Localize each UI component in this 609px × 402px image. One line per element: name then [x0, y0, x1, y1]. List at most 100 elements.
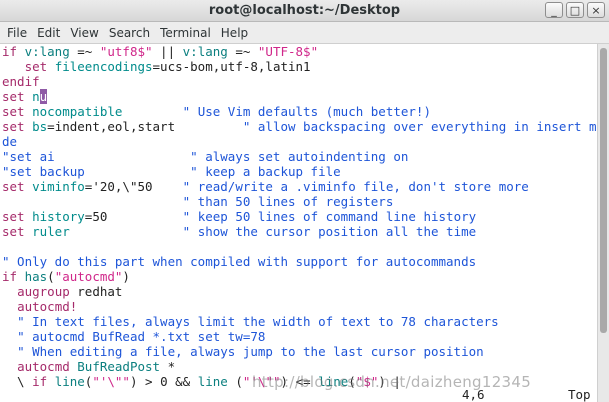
scroll-position: Top [568, 387, 591, 402]
editor-line: endif [0, 74, 597, 89]
code-token: " than 50 lines of registers [182, 194, 394, 209]
code-token: "autocmd" [54, 269, 123, 284]
code-token: autocmd! [17, 299, 78, 314]
code-token: set [2, 89, 33, 104]
code-token: history [32, 209, 85, 224]
code-token: " Only do this part when compiled with s… [2, 254, 477, 269]
code-token: =50 [84, 209, 108, 224]
editor-line: set ruler " show the cursor position all… [0, 224, 597, 239]
editor-line: autocmd! [0, 299, 597, 314]
editor-line: set history=50 " keep 50 lines of comman… [0, 209, 597, 224]
menu-help[interactable]: Help [217, 26, 254, 40]
code-token: =ucs-bom,utf-8,latin1 [152, 59, 311, 74]
code-token: set [2, 209, 33, 224]
vertical-scrollbar[interactable] [597, 44, 609, 402]
window-controls: _ □ × [545, 2, 605, 18]
vim-status-line: 4,6 Top [0, 387, 597, 402]
menu-view[interactable]: View [66, 26, 104, 40]
code-token: " Use Vim defaults (much better!) [182, 104, 431, 119]
text-cursor: u [39, 89, 48, 104]
code-token: redhat [69, 284, 123, 299]
code-token: =~ [69, 44, 100, 59]
editor-line: " In text files, always limit the width … [0, 314, 597, 329]
code-token: || [152, 44, 183, 59]
editor-line: " than 50 lines of registers [0, 194, 597, 209]
code-token: "utf8$" [99, 44, 153, 59]
code-token: has [24, 269, 48, 284]
code-token: " allow backspacing over everything in i… [242, 119, 597, 134]
code-token: " When editing a file, always jump to th… [17, 344, 484, 359]
editor-line: autocmd BufReadPost * [0, 359, 597, 374]
editor-line: augroup redhat [0, 284, 597, 299]
code-token: set [2, 179, 33, 194]
menu-search[interactable]: Search [105, 26, 156, 40]
code-token: * [160, 359, 176, 374]
code-token: BufReadPost [77, 359, 161, 374]
code-token: "set backup " keep a backup file [2, 164, 341, 179]
editor-line: de [0, 134, 597, 149]
code-token: v:lang [182, 44, 228, 59]
code-token: viminfo [32, 179, 85, 194]
editor-line: " Only do this part when compiled with s… [0, 254, 597, 269]
window-titlebar: root@localhost:~/Desktop _ □ × [0, 0, 609, 22]
code-token: set [2, 104, 33, 119]
code-token: bs [32, 119, 48, 134]
editor-line: "set ai " always set autoindenting on [0, 149, 597, 164]
cursor-position: 4,6 [462, 387, 485, 402]
terminal-text-area[interactable]: if v:lang =~ "utf8$" || v:lang =~ "UTF-8… [0, 44, 597, 402]
editor-line: set bs=indent,eol,start " allow backspac… [0, 119, 597, 134]
minimize-button[interactable]: _ [545, 2, 563, 18]
code-token: if [2, 269, 25, 284]
maximize-button[interactable]: □ [566, 2, 584, 18]
code-token: " show the cursor position all the time [182, 224, 477, 239]
code-token: augroup [17, 284, 70, 299]
code-token: ='20,\"50 [84, 179, 153, 194]
code-token: autocmd [17, 359, 70, 374]
close-button[interactable]: × [587, 2, 605, 18]
code-token: set [2, 224, 33, 239]
scrollbar-thumb[interactable] [600, 48, 607, 333]
editor-line: set viminfo='20,\"50 " read/write a .vim… [0, 179, 597, 194]
menu-edit[interactable]: Edit [33, 26, 66, 40]
code-token: "UTF-8$" [257, 44, 319, 59]
menu-file[interactable]: File [3, 26, 33, 40]
code-token: =indent,eol,start [47, 119, 176, 134]
code-token: set [24, 59, 55, 74]
code-token: " keep 50 lines of command line history [182, 209, 477, 224]
code-token: v:lang [24, 44, 70, 59]
code-token: nocompatible [32, 104, 123, 119]
code-token: ) [122, 269, 130, 284]
code-token: n [32, 89, 40, 104]
code-token: ruler [32, 224, 70, 239]
editor-line: set nocompatible " Use Vim defaults (muc… [0, 104, 597, 119]
code-token: if [2, 44, 25, 59]
code-token: fileencodings [54, 59, 153, 74]
code-token: ( [47, 269, 55, 284]
window-title: root@localhost:~/Desktop [208, 3, 401, 18]
code-token: "set ai " always set autoindenting on [2, 149, 409, 164]
editor-line: set fileencodings=ucs-bom,utf-8,latin1 [0, 59, 597, 74]
menu-terminal[interactable]: Terminal [156, 26, 217, 40]
code-token: " autocmd BufRead *.txt set tw=78 [17, 329, 266, 344]
editor-line: set nu [0, 89, 597, 104]
code-token: " read/write a .viminfo file, don't stor… [182, 179, 529, 194]
code-token: set [2, 119, 33, 134]
code-token: endif [2, 74, 40, 89]
code-token: =~ [227, 44, 258, 59]
code-token: de [2, 134, 18, 149]
editor-line: if has("autocmd") [0, 269, 597, 284]
editor-line: " When editing a file, always jump to th… [0, 344, 597, 359]
